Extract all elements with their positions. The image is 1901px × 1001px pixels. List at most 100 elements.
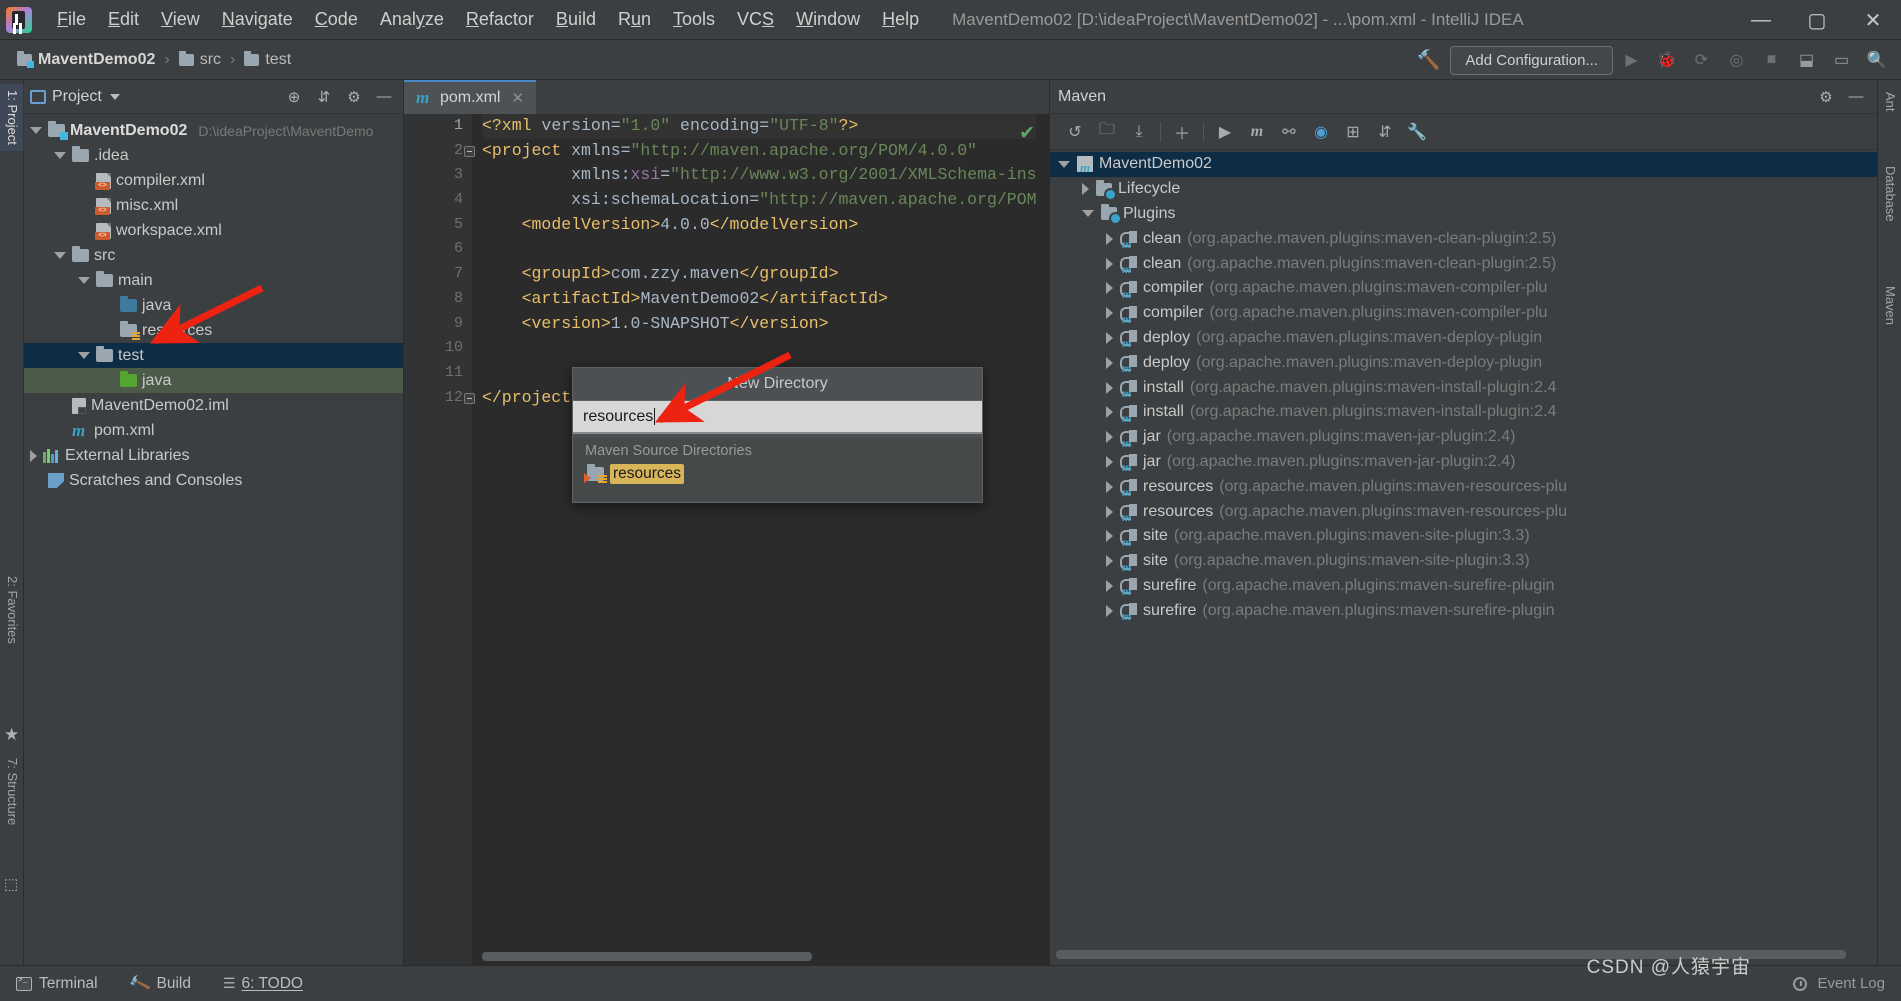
breadcrumb-item-test[interactable]: test bbox=[239, 49, 296, 71]
tree-node-compiler-xml[interactable]: compiler.xml bbox=[24, 168, 403, 193]
collapse-arrow-icon[interactable] bbox=[1106, 282, 1113, 295]
maven-node-deploy[interactable]: m deploy (org.apache.maven.plugins:maven-d… bbox=[1050, 350, 1877, 375]
collapse-arrow-icon[interactable] bbox=[1106, 232, 1113, 245]
collapse-arrow-icon[interactable] bbox=[1106, 331, 1113, 344]
editor-horizontal-scrollbar[interactable] bbox=[482, 952, 812, 961]
maven-node-surefire[interactable]: m surefire (org.apache.maven.plugins:maven… bbox=[1050, 574, 1877, 599]
collapse-arrow-icon[interactable] bbox=[1106, 307, 1113, 320]
search-icon[interactable]: 🔍 bbox=[1860, 45, 1893, 75]
expand-arrow-icon[interactable] bbox=[1082, 210, 1094, 218]
list-item[interactable]: resources bbox=[573, 462, 982, 486]
menu-item-vcs[interactable]: VCS bbox=[726, 5, 785, 34]
download-sources-icon[interactable]: ⤓ bbox=[1124, 118, 1154, 146]
hide-icon[interactable]: — bbox=[371, 84, 397, 110]
maven-node-install[interactable]: m install (org.apache.maven.plugins:maven-… bbox=[1050, 375, 1877, 400]
maven-node-plugins[interactable]: Plugins bbox=[1050, 202, 1877, 227]
maven-node-compiler[interactable]: m compiler (org.apache.maven.plugins:maven… bbox=[1050, 276, 1877, 301]
tree-node-src[interactable]: src bbox=[24, 243, 403, 268]
git-update-icon[interactable]: ⬓ bbox=[1790, 45, 1823, 75]
collapse-arrow-icon[interactable] bbox=[1106, 604, 1113, 617]
collapse-arrow-icon[interactable] bbox=[1082, 183, 1089, 196]
tree-node-external-libraries[interactable]: External Libraries bbox=[24, 443, 403, 468]
maven-node-install[interactable]: m install (org.apache.maven.plugins:maven-… bbox=[1050, 400, 1877, 425]
toggle-skip-tests-icon[interactable]: ⚯ bbox=[1274, 118, 1304, 146]
maximize-button[interactable]: ▢ bbox=[1789, 0, 1845, 40]
settings-icon[interactable]: 🔧 bbox=[1402, 118, 1432, 146]
menu-item-view[interactable]: View bbox=[150, 5, 211, 34]
locate-icon[interactable]: ⊕ bbox=[281, 84, 307, 110]
sidebar-item-favorites[interactable]: 2: Favorites bbox=[0, 570, 24, 650]
maven-node-surefire[interactable]: m surefire (org.apache.maven.plugins:maven… bbox=[1050, 598, 1877, 623]
tree-node-test[interactable]: test bbox=[24, 343, 403, 368]
expand-arrow-icon[interactable] bbox=[54, 152, 66, 159]
execute-goal-icon[interactable]: m bbox=[1242, 118, 1272, 146]
profile-icon[interactable]: ◎ bbox=[1720, 45, 1753, 75]
collapse-arrow-icon[interactable] bbox=[1106, 431, 1113, 444]
run-coverage-icon[interactable]: ⟳ bbox=[1685, 45, 1718, 75]
maven-node-site[interactable]: m site (org.apache.maven.plugins:maven-sit… bbox=[1050, 549, 1877, 574]
close-icon[interactable]: ✕ bbox=[511, 89, 524, 107]
tree-node-main[interactable]: main bbox=[24, 268, 403, 293]
expand-arrow-icon[interactable] bbox=[1058, 160, 1070, 168]
fold-toggle-icon[interactable] bbox=[464, 392, 475, 404]
expand-arrow-icon[interactable] bbox=[78, 277, 90, 284]
bottom-item-todo[interactable]: ☰ 6: TODO bbox=[207, 966, 319, 1001]
collapse-arrow-icon[interactable] bbox=[1106, 555, 1113, 568]
breadcrumb-item-maventdemo02[interactable]: MaventDemo02 bbox=[12, 49, 160, 71]
maven-node-resources[interactable]: m resources (org.apache.maven.plugins:mave… bbox=[1050, 499, 1877, 524]
close-button[interactable]: ✕ bbox=[1845, 0, 1901, 40]
collapse-arrow-icon[interactable] bbox=[1106, 257, 1113, 270]
maven-node-deploy[interactable]: m deploy (org.apache.maven.plugins:maven-d… bbox=[1050, 326, 1877, 351]
debug-icon[interactable]: 🐞 bbox=[1650, 45, 1683, 75]
new-directory-popup[interactable]: New Directory resources Maven Source Dir… bbox=[572, 367, 983, 503]
menu-item-refactor[interactable]: Refactor bbox=[455, 5, 545, 34]
add-configuration-button[interactable]: Add Configuration... bbox=[1450, 45, 1613, 75]
maven-node-clean[interactable]: m clean (org.apache.maven.plugins:maven-cl… bbox=[1050, 226, 1877, 251]
show-dependencies-icon[interactable]: ⊞ bbox=[1338, 118, 1368, 146]
collapse-all-icon[interactable]: ⇵ bbox=[311, 84, 337, 110]
menu-item-run[interactable]: Run bbox=[607, 5, 662, 34]
menu-item-tools[interactable]: Tools bbox=[662, 5, 726, 34]
directory-name-input[interactable]: resources bbox=[573, 401, 982, 434]
code-content[interactable]: <?xml version="1.0" encoding="UTF-8"?> <p… bbox=[482, 114, 1049, 965]
bottom-item-terminal[interactable]: Terminal bbox=[0, 966, 114, 1001]
tree-node-scratches-and-consoles[interactable]: Scratches and Consoles bbox=[24, 468, 403, 493]
layout-icon[interactable]: ▭ bbox=[1825, 45, 1858, 75]
expand-arrow-icon[interactable] bbox=[54, 252, 66, 259]
menu-item-analyze[interactable]: Analyze bbox=[369, 5, 455, 34]
tree-node-java[interactable]: java bbox=[24, 368, 403, 393]
stop-icon[interactable]: ■ bbox=[1755, 45, 1788, 75]
sidebar-item-structure[interactable]: 7: Structure bbox=[0, 752, 24, 831]
expand-arrow-icon[interactable] bbox=[30, 127, 42, 134]
maven-node-jar[interactable]: m jar (org.apache.maven.plugins:maven-jar-… bbox=[1050, 425, 1877, 450]
menu-item-window[interactable]: Window bbox=[785, 5, 871, 34]
collapse-arrow-icon[interactable] bbox=[1106, 356, 1113, 369]
fold-toggle-icon[interactable] bbox=[464, 145, 475, 157]
chevron-down-icon[interactable] bbox=[109, 93, 120, 100]
gear-icon[interactable]: ⚙ bbox=[1813, 84, 1839, 110]
tree-node-workspace-xml[interactable]: workspace.xml bbox=[24, 218, 403, 243]
tree-node-maventdemo02-iml[interactable]: MaventDemo02.iml bbox=[24, 393, 403, 418]
bottom-item-build[interactable]: 🔨 Build bbox=[114, 966, 207, 1001]
tree-node--idea[interactable]: .idea bbox=[24, 143, 403, 168]
hide-icon[interactable]: — bbox=[1843, 84, 1869, 110]
maven-node-maventdemo02[interactable]: MaventDemo02 bbox=[1050, 152, 1877, 177]
offline-mode-icon[interactable]: ◉ bbox=[1306, 118, 1336, 146]
menu-item-code[interactable]: Code bbox=[304, 5, 369, 34]
tree-node-java[interactable]: java bbox=[24, 293, 403, 318]
menu-item-edit[interactable]: Edit bbox=[97, 5, 150, 34]
collapse-arrow-icon[interactable] bbox=[1106, 579, 1113, 592]
maven-node-compiler[interactable]: m compiler (org.apache.maven.plugins:maven… bbox=[1050, 301, 1877, 326]
collapse-arrow-icon[interactable] bbox=[1106, 406, 1113, 419]
collapse-arrow-icon[interactable] bbox=[1106, 381, 1113, 394]
editor-vertical-scrollbar[interactable] bbox=[1036, 114, 1049, 965]
breadcrumb-item-src[interactable]: src bbox=[174, 49, 226, 71]
sidebar-item-database[interactable]: Database bbox=[1878, 160, 1901, 228]
hammer-icon[interactable]: 🔨 bbox=[1409, 48, 1449, 72]
maven-node-lifecycle[interactable]: Lifecycle bbox=[1050, 177, 1877, 202]
tree-node-misc-xml[interactable]: misc.xml bbox=[24, 193, 403, 218]
collapse-arrow-icon[interactable] bbox=[1106, 505, 1113, 518]
maven-node-site[interactable]: m site (org.apache.maven.plugins:maven-sit… bbox=[1050, 524, 1877, 549]
minimize-button[interactable]: — bbox=[1733, 0, 1789, 40]
expand-arrow-icon[interactable] bbox=[78, 352, 90, 359]
